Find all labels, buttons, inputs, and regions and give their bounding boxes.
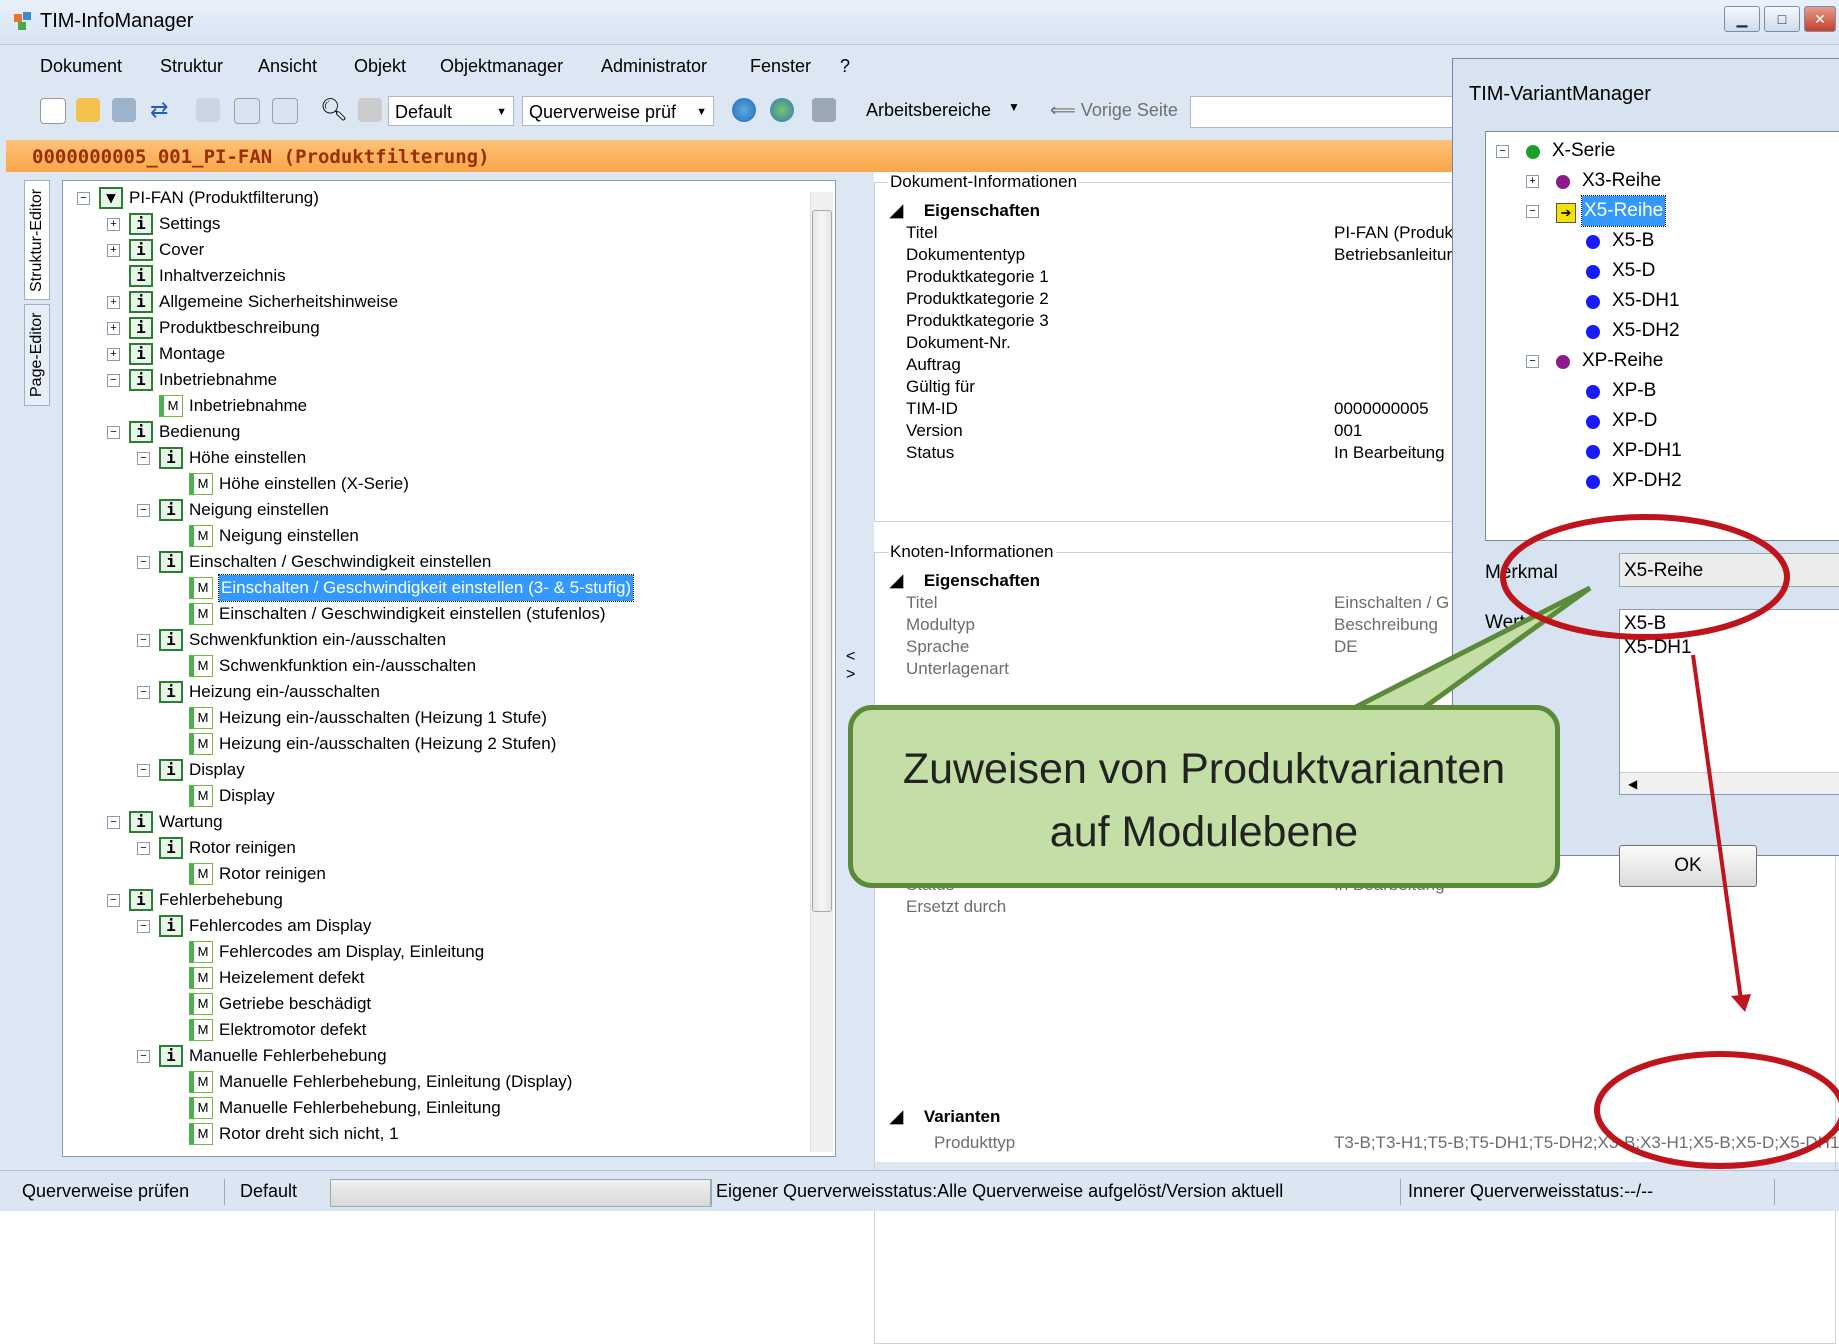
callout-text: Zuweisen von Produktvarianten auf Module…	[853, 738, 1555, 864]
callout-line: Zuweisen von Produktvarianten	[902, 745, 1506, 793]
annotation-overlay	[1230, 514, 1839, 1169]
main-window: TIM-InfoManager ▁ □ ✕ Dokument Struktur …	[0, 0, 1839, 1344]
annotation-arrow-line	[1691, 654, 1743, 1001]
callout-line: auf Modulebene	[1049, 808, 1359, 856]
callout-box: Zuweisen von Produktvarianten auf Module…	[848, 705, 1560, 888]
callout-pointer	[1230, 585, 1592, 715]
highlight-ellipse-variants	[1594, 1051, 1839, 1169]
arrow-head-icon	[1731, 994, 1751, 1012]
highlight-ellipse-wert	[1500, 514, 1790, 640]
